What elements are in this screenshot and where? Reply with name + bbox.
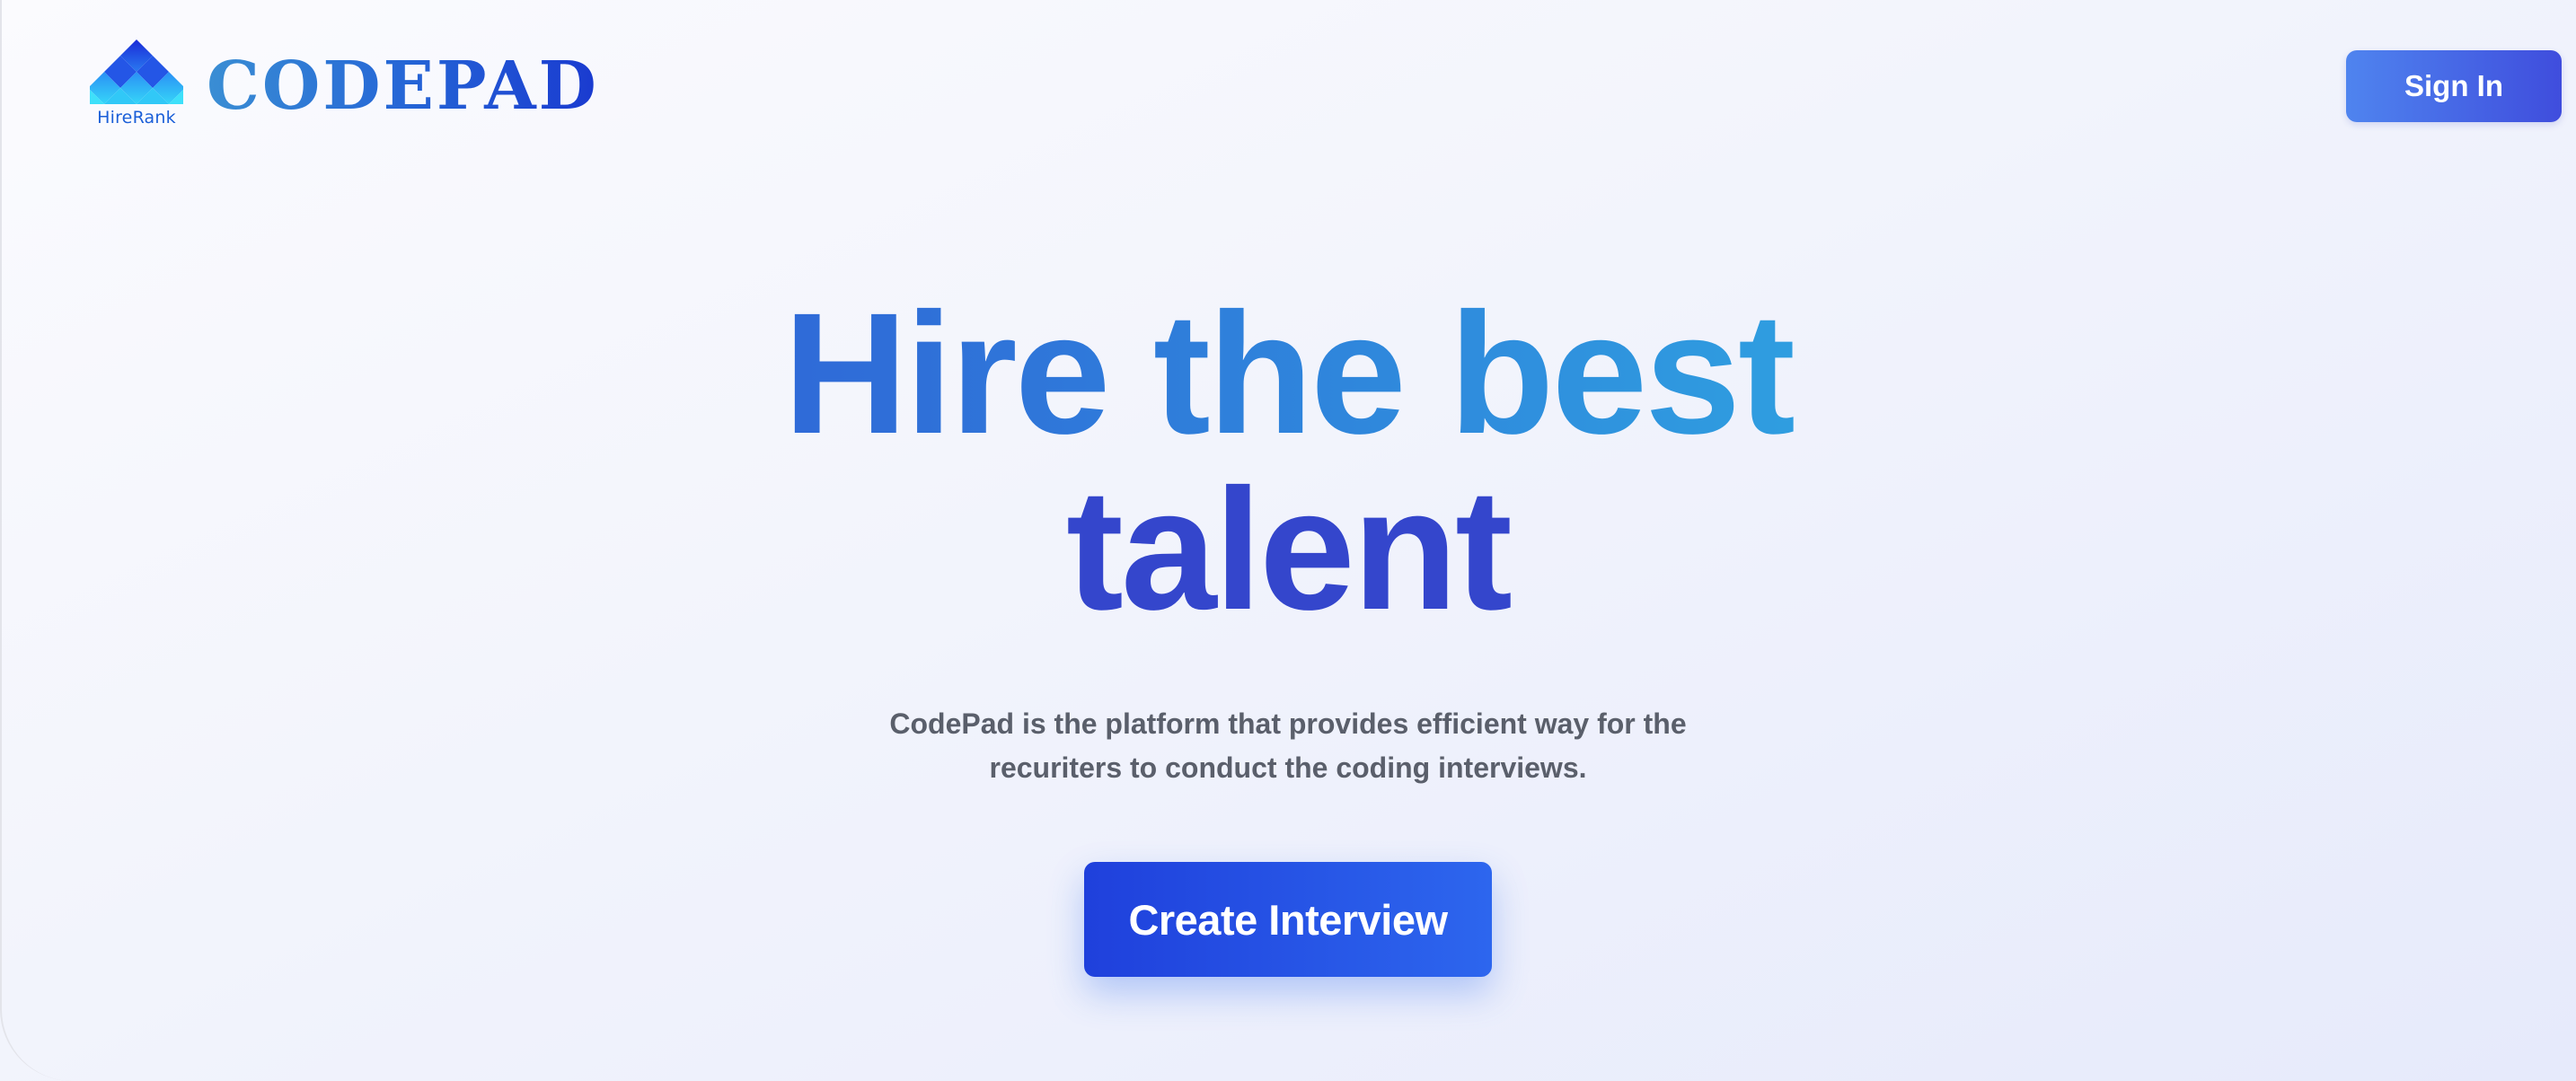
hero-title: Hire the best talent bbox=[0, 286, 2576, 637]
hero-title-line-2: talent bbox=[1065, 453, 1513, 646]
hero-title-line-1: Hire the best bbox=[0, 286, 2576, 461]
hero-description-line-1: CodePad is the platform that provides ef… bbox=[889, 707, 1687, 740]
logo-wordmark: CODEPAD bbox=[207, 48, 599, 125]
create-interview-button[interactable]: Create Interview bbox=[1084, 862, 1492, 977]
top-header: HireRank CODEPAD Sign In bbox=[0, 0, 2576, 171]
sign-in-button[interactable]: Sign In bbox=[2346, 50, 2562, 122]
hero-description: CodePad is the platform that provides ef… bbox=[839, 702, 1737, 790]
logo-subtext: HireRank bbox=[97, 108, 176, 127]
hirerank-diamond-logo-icon: HireRank bbox=[90, 38, 183, 131]
hero-description-line-2: recuriters to conduct the coding intervi… bbox=[989, 751, 1587, 784]
logo-link[interactable]: HireRank CODEPAD bbox=[90, 38, 599, 131]
